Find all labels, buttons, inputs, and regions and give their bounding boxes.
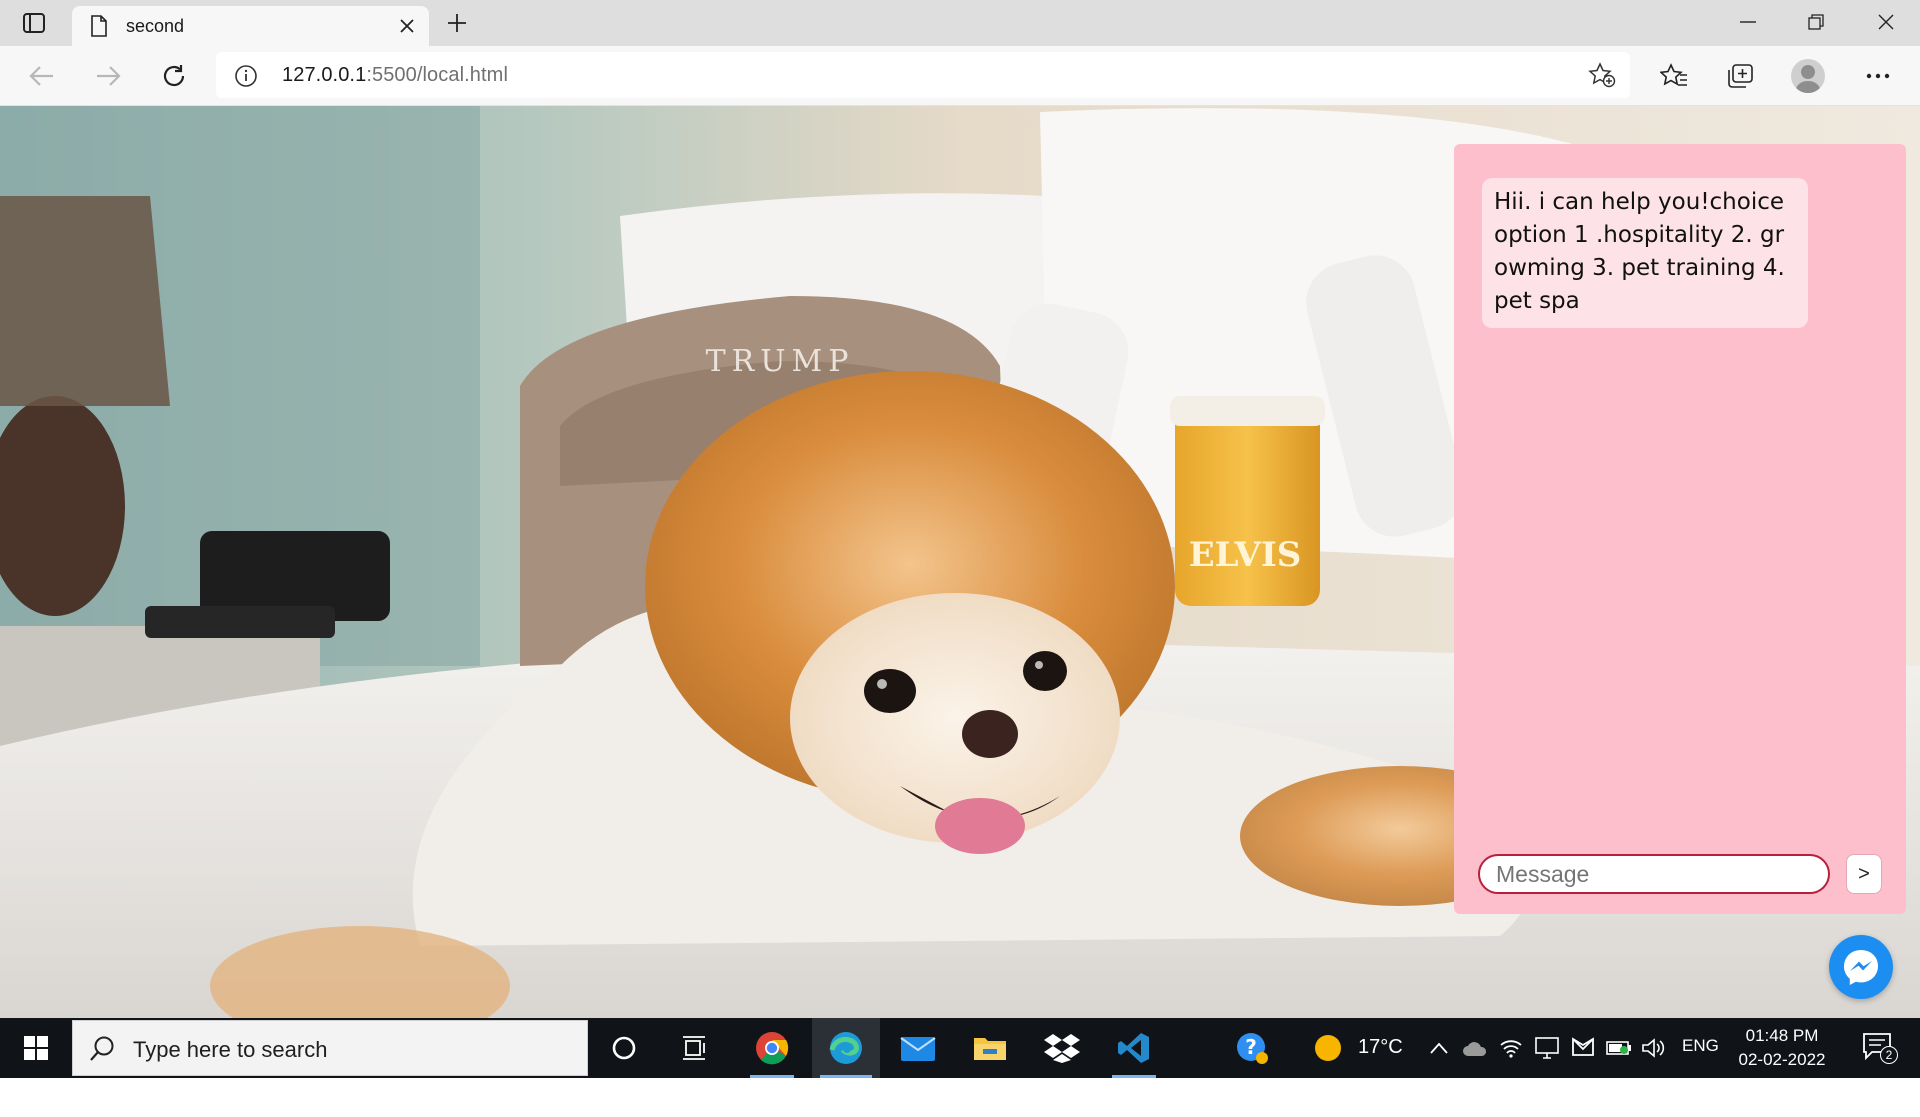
profile-avatar[interactable] (1788, 58, 1828, 94)
site-info-icon[interactable] (234, 64, 258, 93)
chrome-icon[interactable] (742, 1018, 802, 1078)
notification-count: 2 (1880, 1046, 1898, 1064)
messenger-icon (1844, 950, 1878, 985)
task-view-icon[interactable] (665, 1018, 725, 1078)
wifi-icon[interactable] (1494, 1018, 1528, 1078)
cortana-icon[interactable] (594, 1018, 654, 1078)
weather-sun-icon[interactable] (1300, 1018, 1356, 1078)
page-icon (90, 15, 108, 42)
new-tab-icon[interactable] (440, 8, 474, 38)
onedrive-icon[interactable] (1458, 1018, 1492, 1078)
antivirus-icon[interactable] (1566, 1018, 1600, 1078)
back-arrow-icon[interactable] (22, 58, 62, 94)
taskbar-search-box[interactable]: Type here to search (72, 1020, 588, 1076)
restore-icon[interactable] (1786, 4, 1846, 40)
svg-text:?: ? (1245, 1035, 1257, 1059)
dropbox-icon[interactable] (1032, 1018, 1092, 1078)
jar-label-text: ELVIS (1189, 535, 1302, 575)
help-icon[interactable]: ? (1222, 1018, 1282, 1078)
page-content: TRUMP ELVIS Hii. i can help you!choice o… (0, 106, 1920, 1018)
language-indicator[interactable]: ENG (1682, 1036, 1719, 1056)
avatar (1791, 59, 1825, 93)
send-button[interactable]: > (1846, 854, 1882, 894)
chat-panel: Hii. i can help you!choice option 1 .hos… (1454, 144, 1906, 914)
clock-time: 01:48 PM (1745, 1026, 1819, 1045)
vscode-icon[interactable] (1104, 1018, 1164, 1078)
battery-icon[interactable] (1602, 1018, 1636, 1078)
url-host: 127.0.0.1 (282, 64, 367, 86)
mail-icon[interactable] (888, 1018, 948, 1078)
chevron-up-icon[interactable] (1422, 1018, 1456, 1078)
search-placeholder: Type here to search (133, 1037, 328, 1062)
browser-toolbar: 127.0.0.1:5500/local.html (0, 46, 1920, 106)
tab-actions-icon[interactable] (14, 8, 54, 38)
windows-taskbar: Type here to search ? 17°C ENG 01:48 PM … (0, 1018, 1920, 1078)
message-input[interactable] (1478, 854, 1830, 894)
address-bar[interactable]: 127.0.0.1:5500/local.html (216, 52, 1630, 98)
add-favorite-icon[interactable] (1586, 60, 1618, 90)
minimize-icon[interactable] (1718, 4, 1778, 40)
windows-start-icon[interactable] (0, 1018, 72, 1078)
window-close-icon[interactable] (1856, 4, 1916, 40)
system-clock[interactable]: 01:48 PM 02-02-2022 (1730, 1024, 1834, 1072)
pillow-brand-text: TRUMP (706, 344, 855, 379)
messenger-chat-button[interactable] (1829, 935, 1893, 999)
weather-temperature[interactable]: 17°C (1358, 1036, 1403, 1059)
forward-arrow-icon[interactable] (88, 58, 128, 94)
notification-center-icon[interactable]: 2 (1862, 1032, 1898, 1064)
clock-date: 02-02-2022 (1738, 1050, 1826, 1069)
search-icon (89, 1035, 115, 1068)
edge-icon[interactable] (812, 1018, 880, 1078)
volume-icon[interactable] (1636, 1018, 1670, 1078)
more-options-icon[interactable] (1858, 58, 1898, 94)
collections-icon[interactable] (1720, 58, 1760, 94)
url-path: :5500/local.html (366, 64, 508, 86)
refresh-icon[interactable] (154, 58, 194, 94)
tab-title: second (126, 16, 185, 36)
url-text[interactable]: 127.0.0.1:5500/local.html (282, 64, 508, 87)
browser-tab-strip: second (0, 0, 1920, 46)
favorites-icon[interactable] (1654, 58, 1694, 94)
browser-tab-active[interactable]: second (72, 6, 429, 46)
display-icon[interactable] (1530, 1018, 1564, 1078)
file-explorer-icon[interactable] (960, 1018, 1020, 1078)
bot-message-bubble: Hii. i can help you!choice option 1 .hos… (1482, 178, 1808, 328)
tab-close-icon[interactable] (393, 12, 421, 40)
